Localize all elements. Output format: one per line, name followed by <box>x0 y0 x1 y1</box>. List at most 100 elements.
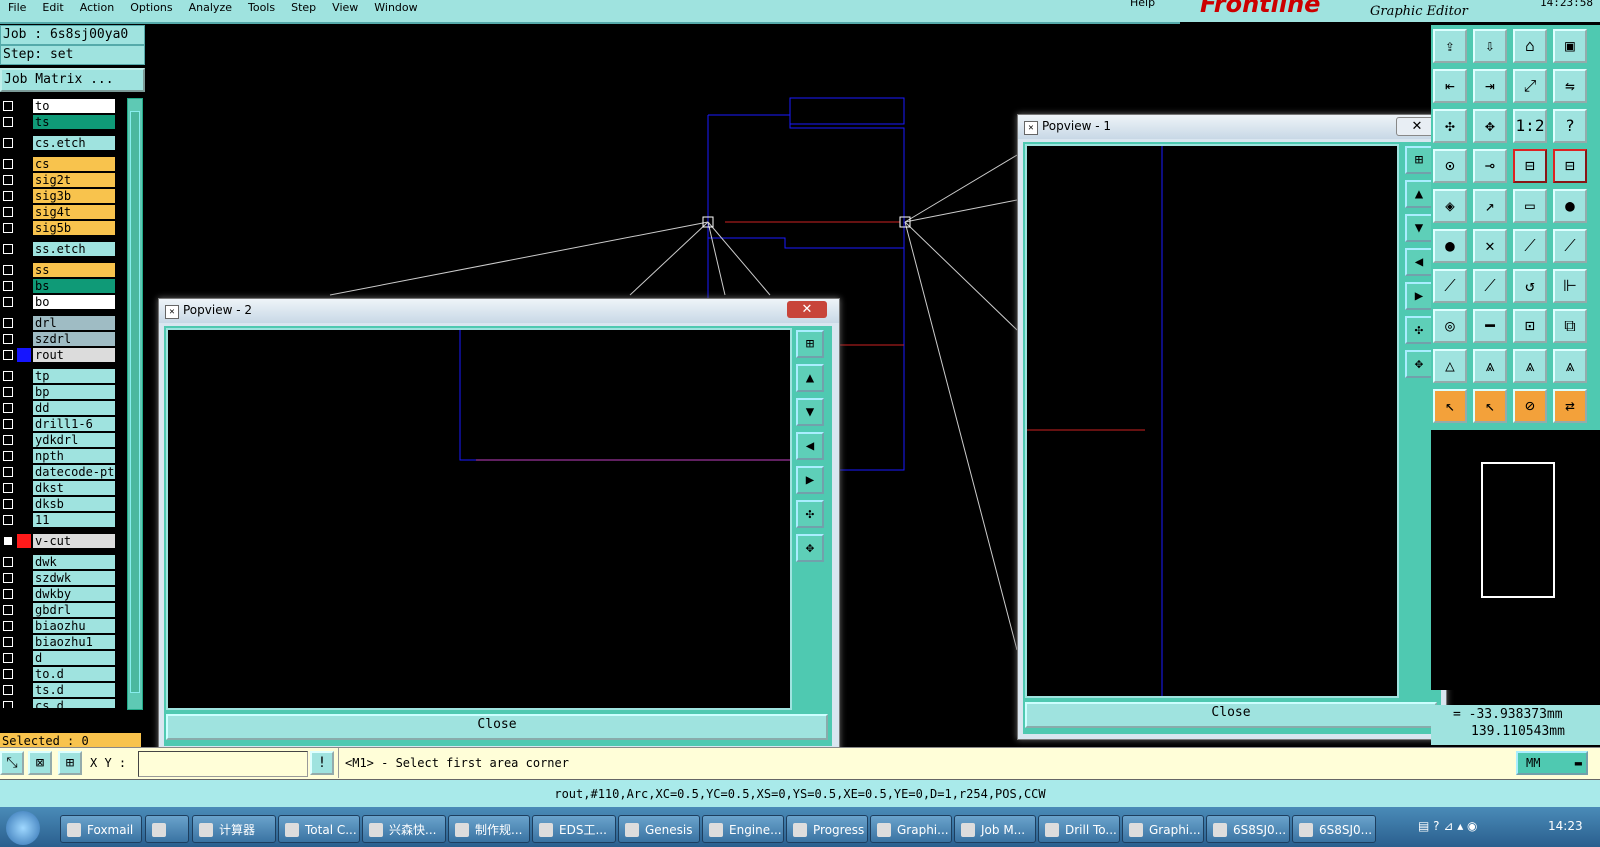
layer-row[interactable]: cs.etch <box>0 135 117 151</box>
layer-name[interactable]: dd <box>33 401 115 415</box>
xy-input[interactable] <box>138 751 308 777</box>
slash-icon[interactable]: ⟋ <box>1433 269 1467 303</box>
measure-icon[interactable]: ⊠ <box>28 751 52 775</box>
layer-checkbox[interactable] <box>3 685 13 695</box>
layer-checkbox[interactable] <box>3 223 13 233</box>
layer-name[interactable]: ss.etch <box>33 242 115 256</box>
layer-name[interactable]: 11 <box>33 513 115 527</box>
layer-checkbox[interactable] <box>3 467 13 477</box>
help-icon[interactable]: ? <box>1553 109 1587 143</box>
layer-row[interactable]: bo <box>0 294 117 310</box>
popview-close-button[interactable]: Close <box>1025 702 1437 728</box>
layer-name[interactable]: bp <box>33 385 115 399</box>
delete-icon[interactable]: ✕ <box>1473 229 1507 263</box>
layer-row[interactable]: tp <box>0 368 117 384</box>
warning-icon[interactable]: ! <box>310 751 334 775</box>
taskbar-button[interactable]: Genesis <box>618 815 700 843</box>
pan-up-icon[interactable]: ▲ <box>1405 180 1433 208</box>
layer-row[interactable]: bs <box>0 278 117 294</box>
layer-name[interactable]: ts.d <box>33 683 115 697</box>
snap-icon[interactable]: ⤡ <box>0 751 24 775</box>
taskbar-button[interactable]: 计算器 <box>192 815 276 843</box>
scrollbar-thumb[interactable] <box>130 111 140 693</box>
layer-name[interactable]: to.d <box>33 667 115 681</box>
layer-row[interactable]: sig4t <box>0 204 117 220</box>
layer-toggle-icon[interactable]: ⊟ <box>1553 149 1587 183</box>
window-titlebar[interactable]: ✕ Popview - 1 ✕ <box>1018 115 1446 139</box>
layer-checkbox[interactable] <box>3 175 13 185</box>
layer-row[interactable]: sig5b <box>0 220 117 236</box>
layer-name[interactable]: sig5b <box>33 221 115 235</box>
triangle-icon[interactable]: △ <box>1433 349 1467 383</box>
layer-name[interactable]: dksb <box>33 497 115 511</box>
layer-name[interactable]: tp <box>33 369 115 383</box>
center-icon[interactable]: ✥ <box>1473 109 1507 143</box>
select-net-icon[interactable]: ⊘ <box>1513 389 1547 423</box>
layer-name[interactable]: cs.etch <box>33 136 115 150</box>
layer-row[interactable]: dwk <box>0 554 117 570</box>
swap-icon[interactable]: ⇋ <box>1553 69 1587 103</box>
arc-icon[interactable]: ↺ <box>1513 269 1547 303</box>
layer-name[interactable]: sig3b <box>33 189 115 203</box>
layer-checkbox[interactable] <box>3 334 13 344</box>
layer-checkbox[interactable] <box>3 101 13 111</box>
pan-down-icon[interactable]: ⇩ <box>1473 29 1507 63</box>
move-icon[interactable]: ✣ <box>1433 109 1467 143</box>
pan-right-icon[interactable]: ▶ <box>1405 282 1433 310</box>
pan-right-icon[interactable]: ▶ <box>796 466 824 494</box>
layer-checkbox[interactable] <box>3 281 13 291</box>
layer-row[interactable]: drl <box>0 315 117 331</box>
measure-icon[interactable]: ⊙ <box>1433 149 1467 183</box>
layer-checkbox[interactable] <box>3 515 13 525</box>
zoom-out-icon[interactable]: ✥ <box>1405 350 1433 378</box>
layer-row[interactable]: ss <box>0 262 117 278</box>
layer-checkbox[interactable] <box>3 297 13 307</box>
zoom-out-icon[interactable]: ✥ <box>796 534 824 562</box>
layer-name[interactable]: ss <box>33 263 115 277</box>
layer-checkbox[interactable] <box>3 191 13 201</box>
layer-checkbox[interactable] <box>3 701 13 708</box>
taskbar-button[interactable]: Graphi... <box>1122 815 1204 843</box>
layer-name[interactable]: rout <box>33 348 115 362</box>
layer-row[interactable]: drill1-6 <box>0 416 117 432</box>
pan-up-icon[interactable]: ▲ <box>796 364 824 392</box>
layer-name[interactable]: ydkdrl <box>33 433 115 447</box>
layer-name[interactable]: to <box>33 99 115 113</box>
layer-row[interactable]: 11 <box>0 512 117 528</box>
job-matrix-button[interactable]: Job Matrix ... <box>0 68 145 92</box>
layer-row[interactable]: dksb <box>0 496 117 512</box>
layer-checkbox[interactable] <box>3 536 13 546</box>
layer-name[interactable]: sig4t <box>33 205 115 219</box>
layer-row[interactable]: biaozhu1 <box>0 634 117 650</box>
zoom-fit-icon[interactable]: ⊞ <box>1405 146 1433 174</box>
layer-name[interactable]: v-cut <box>33 534 115 548</box>
popview-canvas[interactable] <box>166 328 792 710</box>
layer-name[interactable]: datecode-pte <box>33 465 115 479</box>
layer-name[interactable]: dwkby <box>33 587 115 601</box>
layer-row[interactable]: d <box>0 650 117 666</box>
layer-name[interactable]: szdwk <box>33 571 115 585</box>
surface-icon[interactable]: ⩓ <box>1473 349 1507 383</box>
pan-down-icon[interactable]: ▼ <box>796 398 824 426</box>
layer-row[interactable]: to.d <box>0 666 117 682</box>
layer-checkbox[interactable] <box>3 621 13 631</box>
pad-icon[interactable]: ● <box>1553 189 1587 223</box>
layer-name[interactable]: sig2t <box>33 173 115 187</box>
scale-icon[interactable]: 1:2 <box>1513 109 1547 143</box>
layer-row[interactable]: npth <box>0 448 117 464</box>
home-icon[interactable]: ⌂ <box>1513 29 1547 63</box>
layer-checkbox[interactable] <box>3 138 13 148</box>
taskbar-button[interactable]: Total C... <box>278 815 360 843</box>
pan-left-icon[interactable]: ◀ <box>796 432 824 460</box>
layer-row[interactable]: szdrl <box>0 331 117 347</box>
layer-checkbox[interactable] <box>3 371 13 381</box>
taskbar-button[interactable]: Engine... <box>702 815 784 843</box>
next-view-icon[interactable]: ⇥ <box>1473 69 1507 103</box>
layer-checkbox[interactable] <box>3 557 13 567</box>
layer-row[interactable]: ss.etch <box>0 241 117 257</box>
layer-name[interactable]: gbdrl <box>33 603 115 617</box>
layer-checkbox[interactable] <box>3 387 13 397</box>
layer-name[interactable]: npth <box>33 449 115 463</box>
layer-name[interactable]: szdrl <box>33 332 115 346</box>
popview-canvas[interactable] <box>1025 144 1399 698</box>
